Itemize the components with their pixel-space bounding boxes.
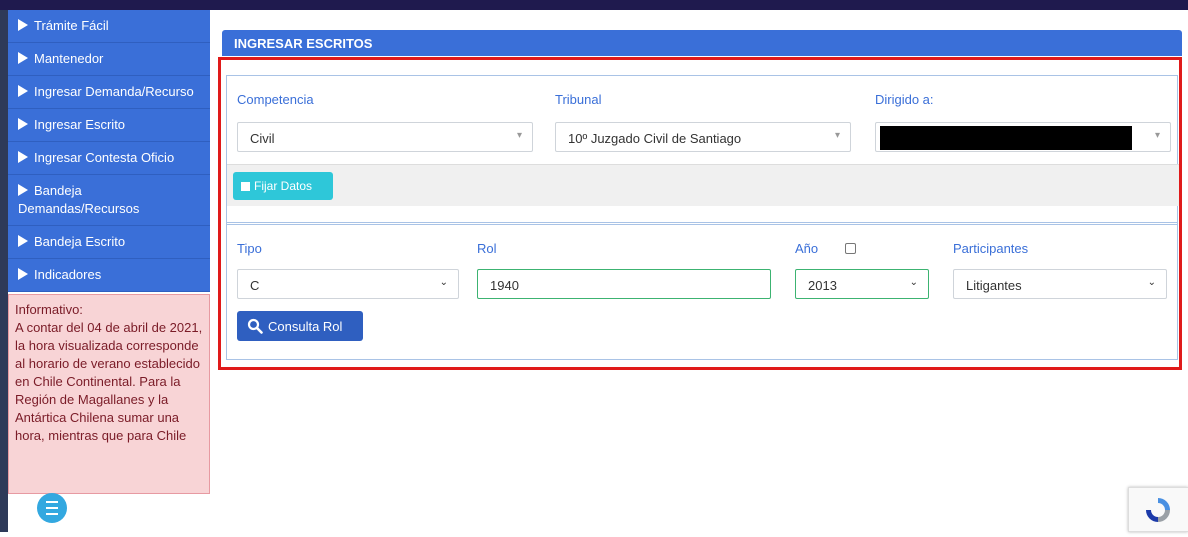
search-icon [247, 318, 263, 334]
tipo-label: Tipo [237, 241, 262, 256]
competencia-label: Competencia [237, 92, 314, 107]
chevron-down-icon: ⌄ [909, 277, 918, 288]
consulta-label: Consulta Rol [268, 319, 343, 334]
chevron-down-icon: ⌄ [1147, 277, 1156, 288]
sidebar-item-label: Ingresar Escrito [34, 117, 126, 132]
rol-label: Rol [477, 241, 497, 256]
tribunal-value: 10º Juzgado Civil de Santiago [568, 131, 742, 146]
caret-right-icon [18, 184, 28, 196]
fijar-label: Fijar Datos [254, 179, 313, 193]
dirigido-select[interactable]: ▾ [875, 122, 1171, 152]
sidebar: Trámite Fácil Mantenedor Ingresar Demand… [8, 10, 210, 532]
consulta-rol-button[interactable]: Consulta Rol [237, 311, 363, 341]
dirigido-label: Dirigido a: [875, 92, 934, 107]
tribunal-select[interactable]: 10º Juzgado Civil de Santiago ▾ [555, 122, 851, 152]
competencia-value: Civil [250, 131, 275, 146]
recaptcha-badge[interactable] [1128, 487, 1188, 532]
menu-icon [46, 499, 58, 517]
sidebar-item-mantenedor[interactable]: Mantenedor [8, 43, 210, 76]
anio-checkbox[interactable] [845, 243, 856, 254]
info-title: Informativo: [15, 302, 83, 317]
sidebar-item-ingresar-demanda[interactable]: Ingresar Demanda/Recurso [8, 76, 210, 109]
sidebar-item-label: Indicadores [34, 267, 102, 282]
sidebar-item-label: Trámite Fácil [34, 18, 109, 33]
court-section: Competencia Tribunal Dirigido a: Civil ▾… [226, 75, 1179, 225]
panel-title: INGRESAR ESCRITOS [222, 30, 1182, 56]
menu-fab-button[interactable] [37, 493, 67, 523]
redacted-value [880, 126, 1132, 150]
caret-right-icon [18, 19, 28, 31]
participantes-label: Participantes [953, 241, 1029, 256]
action-stripe [227, 164, 1179, 206]
sidebar-item-ingresar-escrito[interactable]: Ingresar Escrito [8, 109, 210, 142]
participantes-value: Litigantes [966, 278, 1022, 293]
caret-right-icon [18, 268, 28, 280]
main-panel: INGRESAR ESCRITOS Competencia Tribunal D… [218, 30, 1182, 370]
caret-right-icon [18, 235, 28, 247]
top-window-strip [0, 0, 1188, 10]
sidebar-item-label: Mantenedor [34, 51, 104, 66]
chevron-down-icon: ⌄ [439, 277, 448, 288]
sidebar-item-indicadores[interactable]: Indicadores [8, 259, 210, 292]
rol-value: 1940 [490, 278, 519, 293]
square-icon [241, 182, 250, 191]
chevron-down-icon: ▾ [834, 130, 840, 141]
case-section: Tipo Rol Año Participantes C ⌄ 1940 2013… [226, 222, 1178, 360]
caret-right-icon [18, 52, 28, 64]
rol-input[interactable]: 1940 [477, 269, 771, 299]
sidebar-item-label: Bandeja Escrito [34, 234, 126, 249]
info-text: A contar del 04 de abril de 2021, la hor… [15, 320, 203, 443]
sidebar-item-contesta-oficio[interactable]: Ingresar Contesta Oficio [8, 142, 210, 175]
caret-right-icon [18, 118, 28, 130]
sidebar-item-label: Ingresar Contesta Oficio [34, 150, 175, 165]
tipo-value: C [250, 278, 260, 293]
caret-right-icon [18, 85, 28, 97]
tipo-select[interactable]: C ⌄ [237, 269, 459, 299]
anio-label: Año [795, 241, 819, 256]
recaptcha-icon [1146, 498, 1170, 522]
chevron-down-icon: ▾ [1154, 130, 1160, 141]
sidebar-item-bandeja-demandas[interactable]: Bandeja Demandas/Recursos [8, 175, 210, 226]
sidebar-item-tramite-facil[interactable]: Trámite Fácil [8, 10, 210, 43]
sidebar-item-bandeja-escrito[interactable]: Bandeja Escrito [8, 226, 210, 259]
sidebar-item-label: Ingresar Demanda/Recurso [34, 84, 194, 99]
chevron-down-icon: ▾ [516, 130, 522, 141]
tribunal-label: Tribunal [555, 92, 602, 107]
participantes-select[interactable]: Litigantes ⌄ [953, 269, 1167, 299]
anio-select[interactable]: 2013 ⌄ [795, 269, 929, 299]
fijar-datos-button[interactable]: Fijar Datos [233, 172, 333, 200]
anio-value: 2013 [808, 278, 837, 293]
info-notice: Informativo: A contar del 04 de abril de… [8, 294, 210, 494]
sidebar-item-label: Bandeja Demandas/Recursos [18, 183, 140, 216]
left-window-strip [0, 10, 8, 532]
caret-right-icon [18, 151, 28, 163]
competencia-select[interactable]: Civil ▾ [237, 122, 533, 152]
